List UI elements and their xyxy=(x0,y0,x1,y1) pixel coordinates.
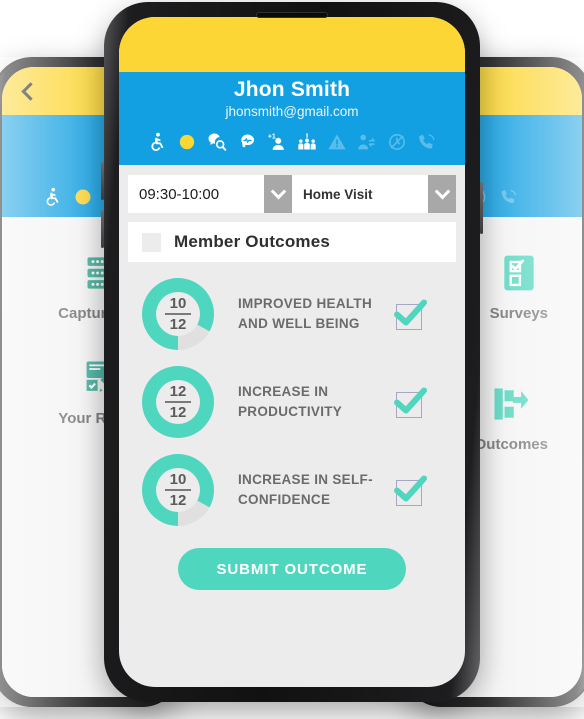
speech-bubble-search-icon[interactable] xyxy=(207,132,227,152)
outcome-progress-donut: 12 12 xyxy=(142,366,214,438)
volume-down-button xyxy=(101,210,104,248)
outcome-checkbox-checked[interactable] xyxy=(390,382,430,422)
submit-outcome-button[interactable]: SUBMIT OUTCOME xyxy=(178,548,406,590)
outcome-progress-donut: 10 12 xyxy=(142,454,214,526)
check-icon xyxy=(394,299,427,326)
check-icon xyxy=(394,387,427,414)
outcome-row[interactable]: 12 12 INCREASE IN PRODUCTIVITY xyxy=(128,358,456,446)
visit-type-value: Home Visit xyxy=(303,186,373,202)
chevron-down-icon[interactable] xyxy=(428,175,456,213)
member-outcomes-header[interactable]: Member Outcomes xyxy=(128,222,456,262)
donut-denominator: 12 xyxy=(169,492,187,509)
user-email: jhonsmith@gmail.com xyxy=(225,104,359,119)
svg-text:+1: +1 xyxy=(268,133,276,140)
wheelchair-accessibility-icon[interactable] xyxy=(42,187,62,207)
head-heartbeat-icon[interactable] xyxy=(237,132,257,152)
user-name: Jhon Smith xyxy=(233,78,351,101)
donut-value: 12 12 xyxy=(156,380,200,424)
outcome-checkbox-checked[interactable] xyxy=(390,294,430,334)
chevron-down-icon[interactable] xyxy=(264,175,292,213)
time-slot-select[interactable]: 09:30-10:00 xyxy=(128,175,292,213)
warning-triangle-icon[interactable] xyxy=(327,132,347,152)
power-button xyxy=(480,182,483,234)
submit-row: SUBMIT OUTCOME xyxy=(128,548,456,590)
outcome-label: INCREASE IN SELF-CONFIDENCE xyxy=(238,472,373,507)
screenshot-stage: Capture data Your Results xyxy=(0,0,584,719)
chevron-left-icon[interactable] xyxy=(21,81,40,101)
person-transfer-icon[interactable] xyxy=(357,132,377,152)
donut-numerator: 12 xyxy=(169,383,187,400)
volume-up-button xyxy=(101,162,104,200)
member-outcomes-title: Member Outcomes xyxy=(174,232,331,251)
yellow-dot-icon[interactable] xyxy=(177,132,197,152)
donut-numerator: 10 xyxy=(169,295,187,312)
check-icon xyxy=(394,475,427,502)
selector-row: 09:30-10:00 Home Visit xyxy=(128,175,456,213)
front-phone: Jhon Smith jhonsmith@gmail.com +1 09:30-… xyxy=(101,2,483,702)
outcome-row[interactable]: 10 12 IMPROVED HEALTH AND WELL BEING xyxy=(128,270,456,358)
outcomes-list: 10 12 IMPROVED HEALTH AND WELL BEING 12 … xyxy=(128,270,456,534)
visit-type-select[interactable]: Home Visit xyxy=(292,175,456,213)
group-meeting-icon[interactable] xyxy=(297,132,317,152)
yellow-dot-icon[interactable] xyxy=(73,187,93,207)
add-person-icon[interactable]: +1 xyxy=(267,132,287,152)
right-tile-surveys[interactable]: Surveys xyxy=(490,251,548,324)
outcome-checkbox-checked[interactable] xyxy=(390,470,430,510)
donut-value: 10 12 xyxy=(156,468,200,512)
app-status-bar xyxy=(119,17,465,72)
right-tile-label: Surveys xyxy=(489,305,548,322)
outcome-progress-donut: 10 12 xyxy=(142,278,214,350)
phone-call-icon[interactable] xyxy=(499,187,519,207)
right-tile-outcomes[interactable]: Outcomes xyxy=(475,382,548,455)
earpiece-speaker xyxy=(256,12,328,18)
donut-denominator: 12 xyxy=(169,404,187,421)
right-tile-label: Outcomes xyxy=(474,435,548,453)
app-content: 09:30-10:00 Home Visit Member Outcomes 1… xyxy=(119,165,465,590)
outcome-row[interactable]: 10 12 INCREASE IN SELF-CONFIDENCE xyxy=(128,446,456,534)
status-icon-row: +1 xyxy=(119,132,465,152)
donut-numerator: 10 xyxy=(169,471,187,488)
donut-value: 10 12 xyxy=(156,292,200,336)
member-outcomes-checkbox[interactable] xyxy=(142,232,161,252)
time-slot-value: 09:30-10:00 xyxy=(139,185,220,203)
donut-denominator: 12 xyxy=(169,316,187,333)
wheelchair-accessibility-icon[interactable] xyxy=(147,132,167,152)
phone-call-icon[interactable] xyxy=(417,132,437,152)
front-phone-screen: Jhon Smith jhonsmith@gmail.com +1 09:30-… xyxy=(119,17,465,687)
no-clock-icon[interactable] xyxy=(387,132,407,152)
survey-checklist-icon xyxy=(497,251,541,295)
profile-header: Jhon Smith jhonsmith@gmail.com +1 xyxy=(119,72,465,165)
outcome-label: IMPROVED HEALTH AND WELL BEING xyxy=(238,296,373,331)
outcome-label: INCREASE IN PRODUCTIVITY xyxy=(238,384,343,419)
outcomes-arrow-icon xyxy=(489,382,533,426)
